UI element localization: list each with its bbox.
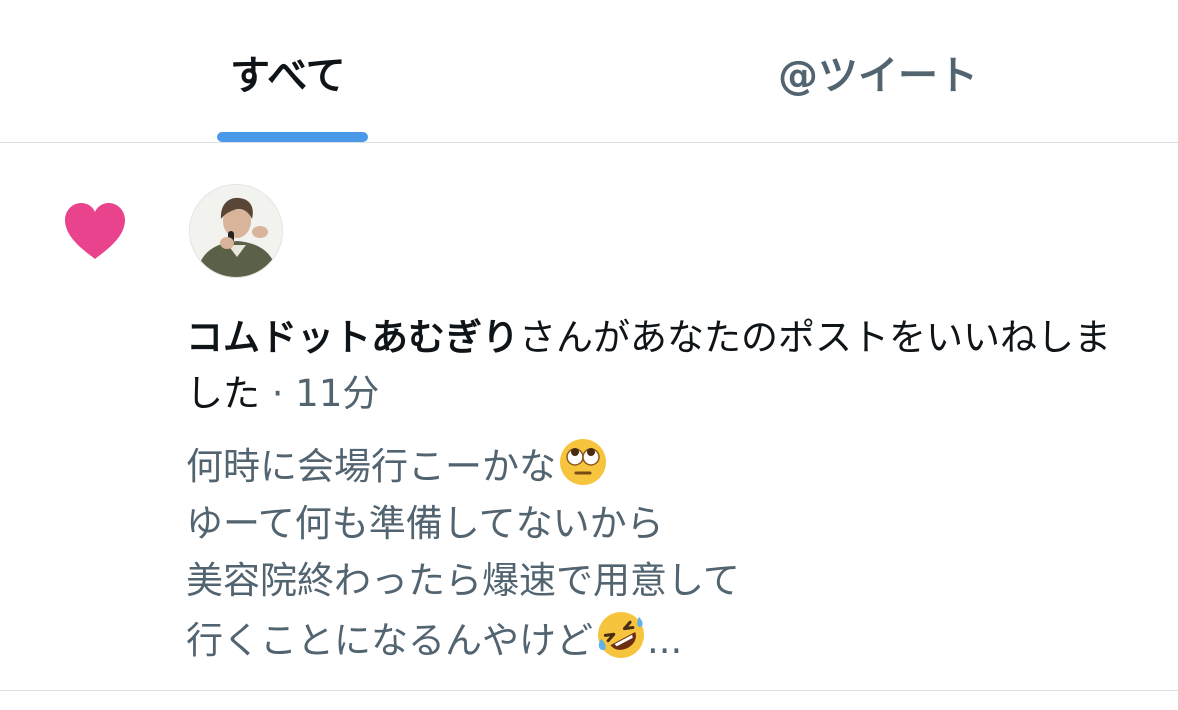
post-line-4-text: 行くことになるんやけど bbox=[186, 619, 593, 662]
user-name-link[interactable]: コムドットあむぎり bbox=[186, 316, 519, 359]
tab-all[interactable]: すべて bbox=[230, 50, 346, 102]
separator: · bbox=[260, 372, 296, 415]
tab-mentions[interactable]: @ツイート bbox=[778, 50, 978, 102]
timestamp: 11分 bbox=[295, 372, 380, 415]
rolling-on-the-floor-laughing-emoji bbox=[598, 612, 644, 658]
notification-tabs: すべて @ツイート bbox=[0, 0, 1178, 143]
avatar[interactable] bbox=[189, 184, 283, 278]
face-with-rolling-eyes-emoji bbox=[560, 439, 606, 485]
divider bbox=[0, 690, 1178, 691]
post-line-1: 何時に会場行こーかな bbox=[186, 437, 1126, 495]
notification-text: コムドットあむぎりさんがあなたのポストをいいねしました · 11分 bbox=[186, 310, 1126, 422]
heart-icon bbox=[65, 203, 125, 259]
avatar-image bbox=[190, 185, 282, 277]
post-line-4: 行くことになるんやけど ... bbox=[186, 609, 1126, 669]
post-preview[interactable]: 何時に会場行こーかな ゆーて何も準備してないから 美容院終わったら爆速で用意して… bbox=[186, 437, 1126, 669]
post-line-1-text: 何時に会場行こーかな bbox=[186, 445, 556, 488]
post-truncation: ... bbox=[647, 619, 683, 662]
post-line-3: 美容院終わったら爆速で用意して bbox=[186, 559, 740, 602]
post-line-2: ゆーて何も準備してないから bbox=[186, 502, 664, 545]
active-tab-indicator bbox=[217, 132, 368, 142]
